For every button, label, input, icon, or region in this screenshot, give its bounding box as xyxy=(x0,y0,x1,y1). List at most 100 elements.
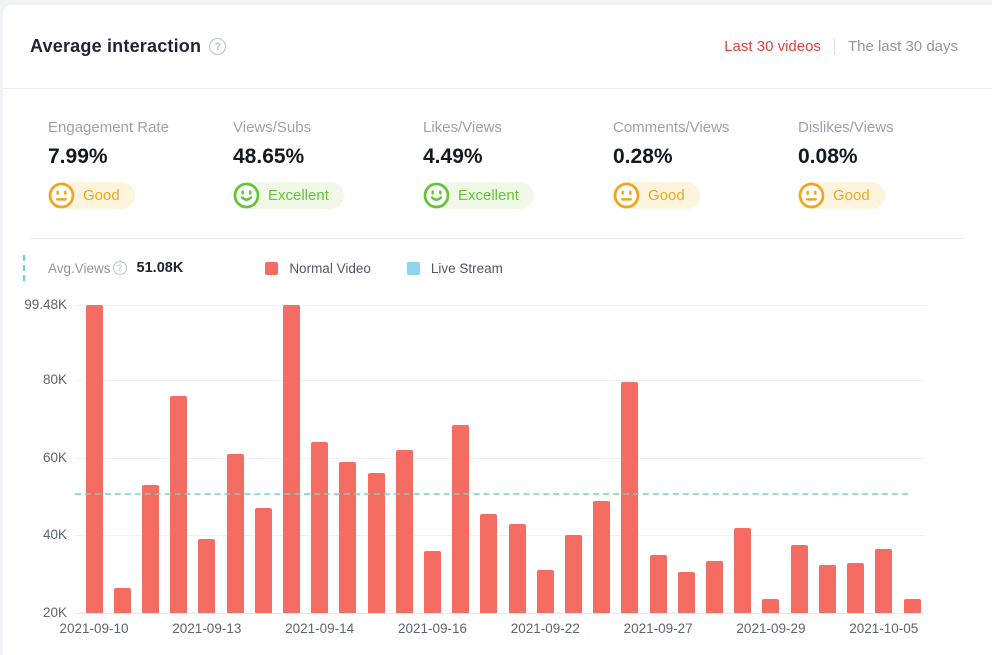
gridline xyxy=(75,613,925,614)
metric-views-subs: Views/Subs 48.65% Excellent xyxy=(233,119,423,238)
bar[interactable] xyxy=(904,599,921,613)
title-help-icon[interactable]: ? xyxy=(209,38,226,55)
neutral-face-icon xyxy=(613,182,640,209)
rating-badge: Excellent xyxy=(233,182,344,209)
bar[interactable] xyxy=(452,425,469,613)
rating-badge: Excellent xyxy=(423,182,534,209)
views-bar-chart: 99.48K80K60K40K20K2021-09-102021-09-1320… xyxy=(3,295,992,655)
metric-label: Engagement Rate xyxy=(48,119,233,136)
bar[interactable] xyxy=(875,549,892,613)
legend-series-label: Normal Video xyxy=(289,261,371,276)
rating-badge: Good xyxy=(798,182,885,209)
bar[interactable] xyxy=(198,539,215,613)
y-axis-tick-label: 20K xyxy=(3,605,67,620)
bar[interactable] xyxy=(283,305,300,613)
metric-label: Views/Subs xyxy=(233,119,423,136)
bar[interactable] xyxy=(255,508,272,613)
bar[interactable] xyxy=(396,450,413,613)
metric-value: 0.28% xyxy=(613,145,798,169)
bar[interactable] xyxy=(678,572,695,613)
y-axis-tick-label: 80K xyxy=(3,372,67,387)
metrics-row: Engagement Rate 7.99% Good Views/Subs 48… xyxy=(3,89,992,238)
bar[interactable] xyxy=(734,528,751,613)
avg-views-value: 51.08K xyxy=(137,260,184,276)
rating-text: Excellent xyxy=(458,187,519,204)
page-title: Average interaction xyxy=(30,36,201,57)
bar[interactable] xyxy=(565,535,582,613)
bar[interactable] xyxy=(339,462,356,613)
bar[interactable] xyxy=(762,599,779,613)
tab-last-30-videos[interactable]: Last 30 videos xyxy=(724,38,821,55)
average-views-line xyxy=(75,493,908,495)
neutral-face-icon xyxy=(48,182,75,209)
bar[interactable] xyxy=(86,305,103,613)
rating-badge: Good xyxy=(48,182,135,209)
legend-series-label: Live Stream xyxy=(431,261,503,276)
rating-badge: Good xyxy=(613,182,700,209)
chart-legend: Avg.Views ? 51.08K Normal Video Live Str… xyxy=(23,255,992,281)
metric-label: Comments/Views xyxy=(613,119,798,136)
bar[interactable] xyxy=(170,396,187,613)
x-axis-tick-label: 2021-09-29 xyxy=(711,621,831,636)
metric-value: 48.65% xyxy=(233,145,423,169)
section-divider xyxy=(31,238,964,239)
gridline xyxy=(75,380,925,381)
range-tabs: Last 30 videos The last 30 days xyxy=(724,38,958,55)
avg-views-label: Avg.Views xyxy=(48,261,111,276)
card-header: Average interaction ? Last 30 videos The… xyxy=(3,5,992,89)
bar[interactable] xyxy=(706,561,723,613)
rating-text: Good xyxy=(833,187,870,204)
gridline xyxy=(75,458,925,459)
gridline xyxy=(75,535,925,536)
x-axis-tick-label: 2021-09-14 xyxy=(260,621,380,636)
rating-text: Excellent xyxy=(268,187,329,204)
metric-dislikes-views: Dislikes/Views 0.08% Good xyxy=(798,119,992,238)
gridline xyxy=(75,305,925,306)
normal-video-swatch xyxy=(265,262,278,275)
bar[interactable] xyxy=(621,382,638,613)
x-axis-tick-label: 2021-09-16 xyxy=(372,621,492,636)
legend-item-normal-video[interactable]: Normal Video xyxy=(265,261,371,276)
bar[interactable] xyxy=(311,442,328,613)
x-axis-tick-label: 2021-09-22 xyxy=(485,621,605,636)
rating-text: Good xyxy=(83,187,120,204)
y-axis-tick-label: 60K xyxy=(3,450,67,465)
x-axis-tick-label: 2021-09-27 xyxy=(598,621,718,636)
bar[interactable] xyxy=(424,551,441,613)
average-interaction-card: Average interaction ? Last 30 videos The… xyxy=(3,5,992,655)
bar[interactable] xyxy=(537,570,554,613)
bar[interactable] xyxy=(819,565,836,613)
x-axis-tick-label: 2021-09-13 xyxy=(147,621,267,636)
x-axis-tick-label: 2021-09-10 xyxy=(34,621,154,636)
bar[interactable] xyxy=(509,524,526,613)
bar[interactable] xyxy=(847,563,864,613)
bar[interactable] xyxy=(650,555,667,613)
smiley-face-icon xyxy=(233,182,260,209)
tab-divider xyxy=(834,39,835,55)
bar[interactable] xyxy=(227,454,244,613)
metric-value: 4.49% xyxy=(423,145,613,169)
legend-item-live-stream[interactable]: Live Stream xyxy=(407,261,503,276)
metric-value: 0.08% xyxy=(798,145,992,169)
metric-value: 7.99% xyxy=(48,145,233,169)
neutral-face-icon xyxy=(798,182,825,209)
avg-line-legend-tick xyxy=(23,255,25,281)
y-axis-tick-label: 40K xyxy=(3,527,67,542)
bar[interactable] xyxy=(593,501,610,613)
bar[interactable] xyxy=(142,485,159,613)
rating-text: Good xyxy=(648,187,685,204)
metric-label: Dislikes/Views xyxy=(798,119,992,136)
metric-likes-views: Likes/Views 4.49% Excellent xyxy=(423,119,613,238)
x-axis-tick-label: 2021-10-05 xyxy=(824,621,944,636)
y-axis-tick-label: 99.48K xyxy=(3,297,67,312)
smiley-face-icon xyxy=(423,182,450,209)
metric-comments-views: Comments/Views 0.28% Good xyxy=(613,119,798,238)
bar[interactable] xyxy=(480,514,497,613)
tab-last-30-days[interactable]: The last 30 days xyxy=(848,38,958,55)
metric-label: Likes/Views xyxy=(423,119,613,136)
bar[interactable] xyxy=(791,545,808,613)
metric-engagement-rate: Engagement Rate 7.99% Good xyxy=(48,119,233,238)
bar[interactable] xyxy=(114,588,131,613)
live-stream-swatch xyxy=(407,262,420,275)
avg-views-help-icon[interactable]: ? xyxy=(113,261,127,275)
